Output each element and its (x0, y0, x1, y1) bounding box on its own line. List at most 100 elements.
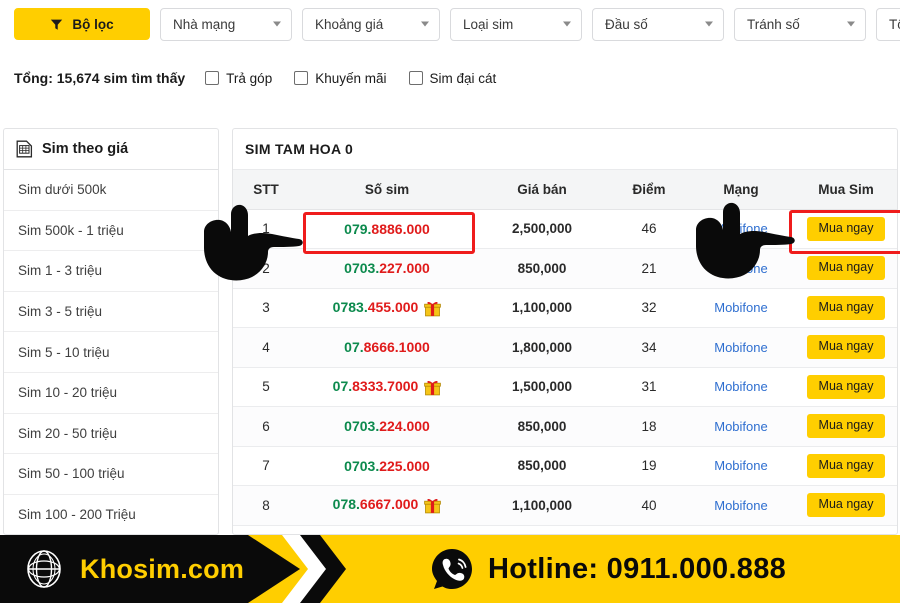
sidebar-item-sim-duoi-500k[interactable]: Sim dưới 500k (4, 170, 218, 211)
cell-diem: 18 (609, 406, 689, 447)
chevron-down-icon (705, 21, 713, 27)
chevron-down-icon (847, 21, 855, 27)
cell-so-sim[interactable]: 07.8666.1000 (299, 327, 475, 368)
cell-gia-ban: 1,100,000 (475, 485, 609, 526)
sidebar-item-sim-50-100-trieu[interactable]: Sim 50 - 100 triệu (4, 454, 218, 495)
footer-brand-block: Khosim.com (0, 535, 300, 603)
checkbox-box[interactable] (408, 71, 423, 85)
cell-mua-sim[interactable]: Mua ngay (793, 209, 897, 249)
hotline-label: Hotline: 0911.000.888 (488, 552, 787, 585)
cell-mua-sim[interactable]: Mua ngay (793, 327, 897, 368)
cell-mua-sim[interactable]: Mua ngay (793, 406, 897, 447)
cell-so-sim[interactable]: 0703.225.000 (299, 446, 475, 486)
buy-button[interactable]: Mua ngay (807, 216, 885, 241)
cell-gia-ban: 850,000 (475, 406, 609, 447)
sidebar-item-label: Sim 5 - 10 triệu (18, 344, 110, 360)
checkbox-tra-gop[interactable]: Trả góp (205, 71, 272, 86)
cell-mang[interactable]: Mobifone (689, 406, 793, 447)
sidebar-item-sim-20-50-trieu[interactable]: Sim 20 - 50 triệu (4, 414, 218, 455)
total-found-label: Tổng: 15,674 sim tìm thấy (14, 70, 186, 86)
cell-mua-sim[interactable]: Mua ngay (793, 248, 897, 289)
table-row[interactable]: 7 0703.225.000 850,000 19 Mobifone Mua ngay (233, 446, 897, 486)
column-header-so-sim: Số sim (299, 170, 475, 210)
dropdown-dau-so[interactable]: Đầu số (592, 7, 724, 41)
cell-diem: 40 (609, 485, 689, 526)
table-row[interactable]: 6 0703.224.000 850,000 18 Mobifone Mua ngay (233, 406, 897, 447)
dropdown-nha-mang-label: Nhà mạng (173, 16, 236, 32)
buy-button[interactable]: Mua ngay (807, 335, 885, 360)
sidebar-item-label: Sim 20 - 50 triệu (18, 425, 118, 441)
cell-so-sim[interactable]: 0783.455.000 (299, 288, 475, 328)
footer-banner: Khosim.com Hotline: 0911.000.888 (0, 535, 900, 603)
funnel-icon (51, 19, 63, 30)
buy-button[interactable]: Mua ngay (807, 295, 885, 320)
sidebar-item-sim-3-5-trieu[interactable]: Sim 3 - 5 triệu (4, 292, 218, 333)
cell-stt: 7 (233, 446, 299, 486)
dropdown-nha-mang[interactable]: Nhà mạng (160, 7, 292, 41)
checkbox-sim-dai-cat[interactable]: Sim đại cát (408, 71, 496, 86)
table-row[interactable]: 5 07.8333.7000 1,500,000 31 Mobifone Mua ngay (233, 367, 897, 407)
sidebar-item-sim-500k-1-trieu[interactable]: Sim 500k - 1 triệu (4, 211, 218, 252)
cell-diem: 21 (609, 248, 689, 289)
sidebar-item-sim-10-20-trieu[interactable]: Sim 10 - 20 triệu (4, 373, 218, 414)
cell-gia-ban: 1,800,000 (475, 327, 609, 368)
gift-icon (424, 380, 442, 396)
cell-mang[interactable]: Mobifone (689, 367, 793, 407)
cell-mang[interactable]: Mobifone (689, 288, 793, 328)
dropdown-tong-diem-label: Tổng điể (889, 16, 900, 32)
column-header-gia-ban: Giá bán (475, 170, 609, 210)
checkbox-khuyen-mai[interactable]: Khuyến mãi (294, 71, 387, 86)
cell-so-sim[interactable]: 07.8333.7000 (299, 367, 475, 407)
cell-mua-sim[interactable]: Mua ngay (793, 367, 897, 407)
sidebar-item-sim-5-10-trieu[interactable]: Sim 5 - 10 triệu (4, 332, 218, 373)
cell-gia-ban: 850,000 (475, 446, 609, 486)
dropdown-tong-diem[interactable]: Tổng điể (876, 7, 900, 41)
cell-diem: 32 (609, 288, 689, 328)
dropdown-dau-so-label: Đầu số (605, 16, 648, 32)
sidebar-item-label: Sim 10 - 20 triệu (18, 385, 118, 401)
buy-button[interactable]: Mua ngay (807, 374, 885, 399)
totals-row: Tổng: 15,674 sim tìm thấy Trả góp Khuyến… (14, 62, 518, 94)
filter-button-label: Bộ lọc (72, 16, 114, 32)
cell-diem: 19 (609, 446, 689, 486)
cell-so-sim[interactable]: 078.6667.000 (299, 485, 475, 526)
checkbox-tra-gop-label: Trả góp (226, 70, 273, 86)
sidebar-item-sim-100-200-trieu[interactable]: Sim 100 - 200 Triệu (4, 495, 218, 534)
dropdown-tranh-so[interactable]: Tránh số (734, 7, 866, 41)
cell-gia-ban: 1,100,000 (475, 288, 609, 328)
cell-mang[interactable]: Mobifone (689, 327, 793, 368)
table-row[interactable]: 3 0783.455.000 1,100,000 32 Mobifone Mua ngay (233, 288, 897, 328)
table-row[interactable]: 8 078.6667.000 1,100,000 40 Mobifone Mua ngay (233, 485, 897, 526)
cell-mua-sim[interactable]: Mua ngay (793, 446, 897, 486)
sim-card-icon (16, 140, 33, 158)
brand-label: Khosim.com (80, 553, 245, 584)
cell-mua-sim[interactable]: Mua ngay (793, 288, 897, 328)
dropdown-khoang-gia[interactable]: Khoảng giá (302, 7, 440, 41)
cell-diem: 31 (609, 367, 689, 407)
cell-mua-sim[interactable]: Mua ngay (793, 485, 897, 526)
dropdown-loai-sim[interactable]: Loại sim (450, 7, 582, 41)
buy-button[interactable]: Mua ngay (807, 414, 885, 439)
table-row[interactable]: 4 07.8666.1000 1,800,000 34 Mobifone Mua ngay (233, 327, 897, 368)
chevron-accent-black-icon (300, 535, 346, 603)
sidebar-item-label: Sim 3 - 5 triệu (18, 304, 103, 320)
filter-button[interactable]: Bộ lọc (14, 8, 150, 40)
cell-so-sim[interactable]: 079.8886.000 (299, 209, 475, 249)
cell-so-sim[interactable]: 0703.224.000 (299, 406, 475, 447)
checkbox-box[interactable] (294, 71, 309, 85)
buy-button[interactable]: Mua ngay (807, 493, 885, 518)
cell-mang[interactable]: Mobifone (689, 446, 793, 486)
sidebar-item-sim-1-3-trieu[interactable]: Sim 1 - 3 triệu (4, 251, 218, 292)
dropdown-loai-sim-label: Loại sim (463, 16, 514, 32)
buy-button[interactable]: Mua ngay (807, 256, 885, 281)
column-header-mua-sim: Mua Sim (793, 170, 897, 210)
cell-so-sim[interactable]: 0703.227.000 (299, 248, 475, 289)
buy-button[interactable]: Mua ngay (807, 453, 885, 478)
cell-mang[interactable]: Mobifone (689, 485, 793, 526)
cell-stt: 3 (233, 288, 299, 328)
dropdown-khoang-gia-label: Khoảng giá (315, 16, 384, 32)
chevron-down-icon (563, 21, 571, 27)
checkbox-box[interactable] (205, 71, 220, 85)
sidebar-header: Sim theo giá (4, 129, 218, 170)
footer-hotline-block[interactable]: Hotline: 0911.000.888 (430, 535, 786, 603)
